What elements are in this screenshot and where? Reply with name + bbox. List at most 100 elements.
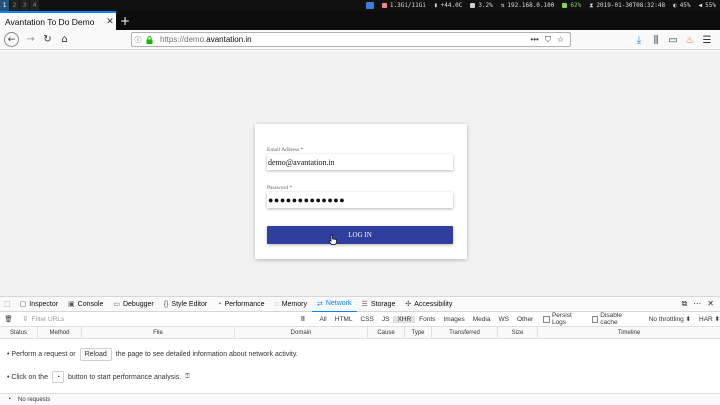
tab-label: Debugger [122, 300, 154, 308]
col-type[interactable]: Type [405, 327, 432, 339]
network-filter-bar: 🗑 ⊽ Filter URLs II All HTML CSS JS XHR F… [0, 312, 720, 327]
home-button[interactable]: ⌂ [56, 31, 73, 48]
pause-button[interactable]: II [296, 316, 309, 323]
menu-icon[interactable]: ☰ [700, 32, 714, 49]
close-tab-icon[interactable]: ✕ [104, 16, 116, 27]
tab-network[interactable]: ⇄ Network [311, 297, 357, 312]
network-status-bar: ◔ No requests [0, 393, 720, 405]
reload-page-button[interactable]: Reload [79, 348, 112, 361]
bookmark-star-icon[interactable]: ☆ [557, 35, 564, 45]
persist-logs-checkbox[interactable]: Persist Logs [543, 312, 585, 326]
lock-icon[interactable] [144, 35, 154, 44]
checkbox-label: Disable cache [600, 312, 622, 326]
filter-css[interactable]: CSS [356, 316, 377, 323]
hint-text: the page to see detailed information abo… [115, 351, 298, 358]
requests-count: No requests [18, 396, 51, 403]
downloads-icon[interactable]: ⤓ [632, 32, 646, 49]
memory-icon [381, 3, 387, 8]
pick-element-icon[interactable]: ⬚ [0, 297, 15, 312]
filter-media[interactable]: Media [469, 316, 495, 323]
tab-console[interactable]: ▣ Console [63, 297, 108, 312]
filter-icon: ⊽ [23, 316, 28, 323]
battery-status: 62% [570, 2, 582, 9]
extension-icon[interactable]: ♨ [683, 32, 697, 49]
reload-button[interactable]: ↻ [39, 31, 56, 48]
browser-tab[interactable]: Avantation To Do Demo ✕ [0, 11, 116, 30]
tab-inspector[interactable]: ▢ Inspector [15, 297, 63, 312]
hint-text: • Perform a request or [7, 351, 76, 358]
checkbox-label: Persist Logs [551, 312, 572, 326]
password-field[interactable]: ●●●●●●●●●●●●● [267, 192, 453, 208]
url-text: https://demo.avantation.in [154, 35, 252, 44]
datetime-status: 2019-01-30T08:32:48 [596, 2, 666, 9]
hint-text: • Click on the [7, 373, 48, 381]
col-cause[interactable]: Cause [368, 327, 405, 339]
filter-html[interactable]: HTML [331, 316, 357, 323]
network-icon: ⇅ [500, 2, 505, 9]
col-file[interactable]: File [82, 327, 235, 339]
filter-images[interactable]: Images [439, 316, 468, 323]
tray-app-icon[interactable] [365, 2, 374, 9]
navigation-toolbar: ← → ↻ ⌂ ⓘ https://demo.avantation.in •••… [0, 30, 720, 50]
cpu-icon [470, 3, 476, 8]
col-timeline[interactable]: Timeline [538, 327, 720, 339]
workspace-4[interactable]: 4 [30, 0, 39, 11]
volume-status: 55% [705, 2, 716, 9]
tab-storage[interactable]: ☰ Storage [357, 297, 401, 312]
tab-memory[interactable]: ◌ Memory [270, 297, 312, 312]
clear-trash-icon[interactable]: 🗑 [0, 315, 17, 323]
cpu-status: 3.2% [478, 2, 493, 9]
tab-accessibility[interactable]: ✣ Accessibility [400, 297, 457, 312]
filter-fonts[interactable]: Fonts [415, 316, 439, 323]
more-options-icon[interactable]: ⋯ [693, 299, 701, 309]
performance-analysis-button[interactable]: ◔ [51, 371, 64, 383]
forward-button[interactable]: → [22, 31, 39, 48]
thermometer-icon: ▮ [434, 2, 438, 9]
sidebar-icon[interactable]: ▭ [666, 32, 680, 49]
page-actions-icon[interactable]: ••• [530, 35, 538, 45]
col-status[interactable]: Status [0, 327, 38, 339]
workspace-2[interactable]: 2 [10, 0, 19, 11]
help-icon[interactable]: ⍰ [185, 373, 189, 381]
pocket-icon[interactable]: ⛉ [545, 35, 551, 45]
filter-xhr[interactable]: XHR [393, 315, 416, 323]
email-field[interactable]: demo@avantation.in [267, 154, 453, 170]
checkbox-box [591, 315, 599, 323]
hand-cursor-icon [328, 234, 337, 245]
throttling-select[interactable]: No throttling ⬍ [649, 315, 691, 323]
new-tab-button[interactable]: + [116, 11, 134, 30]
filter-urls-input[interactable]: ⊽ Filter URLs [17, 315, 296, 324]
filter-js[interactable]: JS [378, 316, 394, 323]
filter-placeholder: Filter URLs [31, 315, 65, 323]
col-transferred[interactable]: Transferred [432, 327, 498, 339]
ip-status: 192.168.0.100 [507, 2, 555, 9]
request-table-header: Status Method File Domain Cause Type Tra… [0, 327, 720, 339]
address-bar[interactable]: ⓘ https://demo.avantation.in ••• ⛉ ☆ [131, 32, 571, 47]
filter-other[interactable]: Other [513, 316, 537, 323]
tab-style-editor[interactable]: {} Style Editor [159, 297, 212, 312]
filter-all[interactable]: All [316, 316, 331, 323]
inspector-icon: ▢ [19, 301, 27, 308]
col-size[interactable]: Size [498, 327, 538, 339]
login-card: Email Address * demo@avantation.in Passw… [255, 124, 467, 259]
filter-ws[interactable]: WS [494, 316, 512, 323]
accessibility-icon: ✣ [405, 301, 412, 308]
workspace-3[interactable]: 3 [20, 0, 29, 11]
login-button[interactable]: LOG IN [267, 226, 453, 244]
site-info-icon[interactable]: ⓘ [132, 35, 144, 45]
performance-small-icon[interactable]: ◔ [0, 396, 18, 403]
disable-cache-checkbox[interactable]: Disable cache [591, 312, 639, 326]
workspace-1[interactable]: 1 [0, 0, 9, 11]
tab-performance[interactable]: ◔ Performance [212, 297, 269, 312]
back-button[interactable]: ← [4, 32, 19, 47]
dock-icon[interactable]: ⧉ [682, 299, 688, 309]
checkbox-box [543, 315, 550, 323]
close-devtools-icon[interactable]: ✕ [707, 299, 714, 309]
performance-icon: ◔ [217, 300, 222, 308]
brightness-status: 45% [679, 2, 691, 9]
col-method[interactable]: Method [38, 327, 82, 339]
tab-debugger[interactable]: ▭ Debugger [108, 297, 158, 312]
library-icon[interactable]: ⫼ [649, 32, 663, 49]
har-select[interactable]: HAR ⬍ [699, 315, 720, 323]
col-domain[interactable]: Domain [235, 327, 368, 339]
